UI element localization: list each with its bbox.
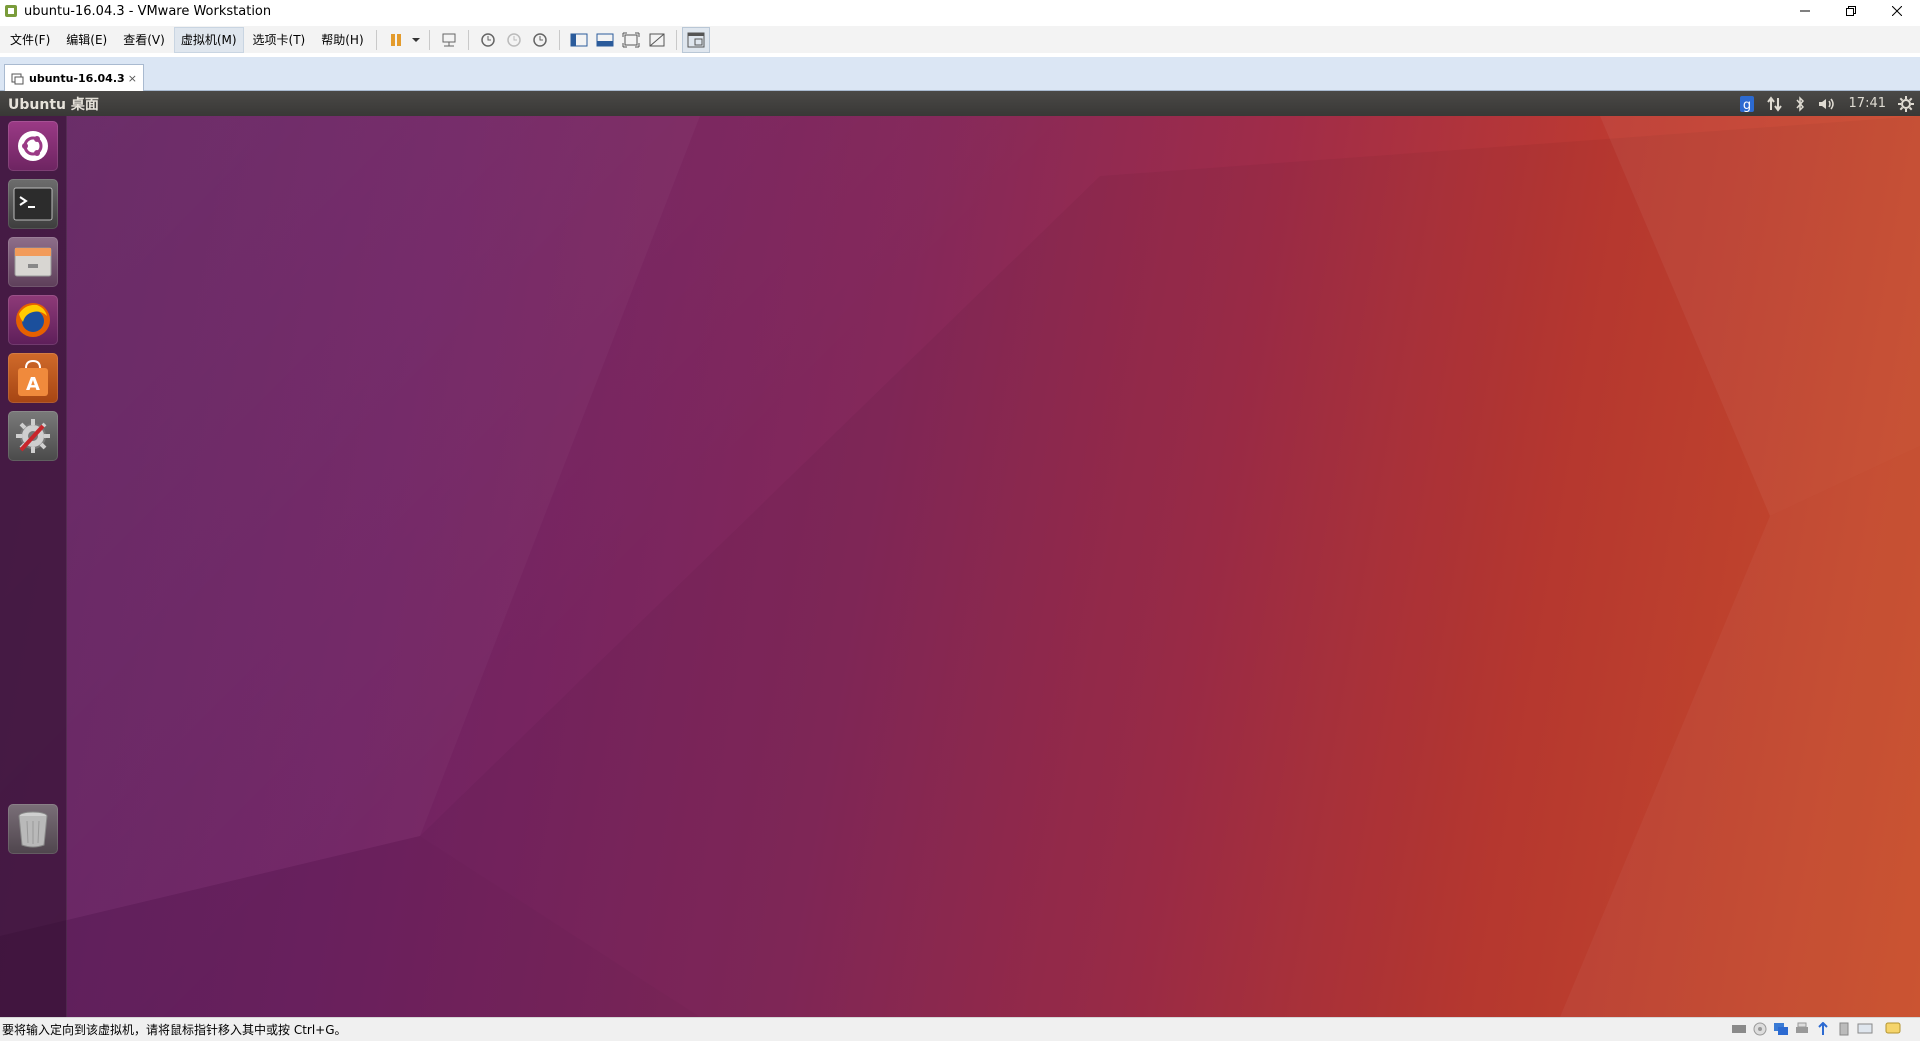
menu-file[interactable]: 文件(F)	[4, 28, 56, 52]
snapshot-icon	[480, 32, 495, 47]
thumbnail-bar-button[interactable]	[592, 28, 618, 52]
fullscreen-icon	[622, 32, 640, 47]
launcher-dash-home[interactable]	[8, 121, 58, 171]
ubuntu-logo-icon	[18, 131, 48, 161]
launcher-system-settings[interactable]	[8, 411, 58, 461]
firefox-icon	[16, 303, 50, 337]
suspend-button[interactable]	[383, 28, 409, 52]
unity-button[interactable]	[644, 28, 670, 52]
keyboard-network-icon	[442, 33, 456, 46]
menu-toolbar: 文件(F) 编辑(E) 查看(V) 虚拟机(M) 选项卡(T) 帮助(H)	[0, 26, 1920, 53]
close-button[interactable]	[1874, 0, 1920, 22]
snapshot-manager-button[interactable]	[527, 28, 553, 52]
window-titlebar: ubuntu-16.04.3 - VMware Workstation	[0, 0, 1920, 22]
tab-strip: ubuntu-16.04.3 ×	[0, 57, 1920, 91]
launcher-terminal[interactable]	[8, 179, 58, 229]
library-icon	[570, 33, 588, 46]
toolbar-separator	[558, 29, 560, 50]
file-cabinet-icon	[14, 247, 52, 277]
settings-wrench-icon	[16, 419, 50, 453]
restore-button[interactable]	[1828, 0, 1874, 22]
minimize-button[interactable]	[1782, 0, 1828, 22]
snapshot-take-button[interactable]	[475, 28, 501, 52]
menu-help[interactable]: 帮助(H)	[315, 28, 369, 52]
svg-text:A: A	[26, 374, 40, 395]
launcher-software-center[interactable]: A	[8, 353, 58, 403]
ubuntu-launcher: A	[0, 116, 67, 1017]
chevron-down-icon	[411, 37, 420, 42]
window-title: ubuntu-16.04.3 - VMware Workstation	[24, 3, 272, 19]
power-dropdown[interactable]	[409, 28, 423, 52]
message-log-icon[interactable]	[1884, 1021, 1902, 1037]
vm-tab-icon	[11, 73, 24, 84]
menu-vm[interactable]: 虚拟机(M)	[173, 26, 244, 53]
toolbar-separator	[467, 29, 469, 50]
launcher-files[interactable]	[8, 237, 58, 287]
unity-icon	[649, 33, 665, 46]
vm-display[interactable]: Ubuntu 桌面 g 17:41 A	[0, 91, 1920, 1017]
menu-edit[interactable]: 编辑(E)	[60, 28, 113, 52]
toolbar-separator	[675, 29, 677, 50]
console-view-button[interactable]	[681, 26, 710, 53]
status-message: 要将输入定向到该虚拟机，请将鼠标指针移入其中或按 Ctrl+G。	[2, 1023, 347, 1037]
restore-icon	[1846, 6, 1856, 16]
toolbar-separator	[375, 29, 377, 50]
snapshot-manager-icon	[532, 32, 547, 47]
svg-text:g: g	[1742, 98, 1750, 113]
thumbnail-icon	[596, 33, 614, 46]
gear-icon[interactable]	[1898, 95, 1914, 112]
display-icon[interactable]	[1856, 1021, 1874, 1037]
cd-dvd-icon[interactable]	[1751, 1021, 1769, 1037]
vmware-app-icon	[5, 5, 17, 17]
wallpaper-facets	[0, 116, 1920, 1017]
tab-ubuntu[interactable]: ubuntu-16.04.3 ×	[4, 64, 144, 91]
bluetooth-icon[interactable]	[1795, 95, 1805, 112]
input-method-icon[interactable]: g	[1739, 95, 1755, 113]
volume-icon[interactable]	[1817, 96, 1837, 112]
panel-title: Ubuntu 桌面	[8, 96, 99, 113]
snapshot-revert-button[interactable]	[501, 28, 527, 52]
launcher-trash[interactable]	[8, 804, 58, 854]
close-icon	[1892, 6, 1902, 16]
clock[interactable]: 17:41	[1849, 96, 1886, 111]
tab-close-icon[interactable]: ×	[128, 72, 137, 85]
terminal-icon	[13, 187, 53, 221]
network-icon[interactable]	[1766, 95, 1783, 112]
show-library-button[interactable]	[566, 28, 592, 52]
hard-disk-icon[interactable]	[1730, 1021, 1748, 1037]
trash-icon	[18, 811, 48, 848]
ubuntu-top-panel: Ubuntu 桌面 g 17:41	[0, 91, 1920, 116]
network-adapter-icon[interactable]	[1772, 1021, 1790, 1037]
sound-card-icon[interactable]	[1835, 1021, 1853, 1037]
full-screen-button[interactable]	[618, 28, 644, 52]
minimize-icon	[1800, 10, 1810, 12]
menu-tabs[interactable]: 选项卡(T)	[247, 28, 312, 52]
console-view-icon	[687, 32, 705, 47]
ubuntu-desktop-wallpaper[interactable]	[0, 116, 1920, 1017]
printer-icon[interactable]	[1793, 1021, 1811, 1037]
snapshot-revert-icon	[506, 32, 521, 47]
pause-icon	[390, 33, 401, 46]
menu-view[interactable]: 查看(V)	[117, 28, 171, 52]
tab-label: ubuntu-16.04.3	[29, 71, 125, 85]
send-ctrl-alt-del-button[interactable]	[436, 28, 462, 52]
launcher-firefox[interactable]	[8, 295, 58, 345]
toolbar-separator	[428, 29, 430, 50]
shopping-bag-icon: A	[18, 359, 48, 396]
usb-icon[interactable]	[1814, 1021, 1832, 1037]
status-bar: 要将输入定向到该虚拟机，请将鼠标指针移入其中或按 Ctrl+G。	[0, 1017, 1920, 1041]
